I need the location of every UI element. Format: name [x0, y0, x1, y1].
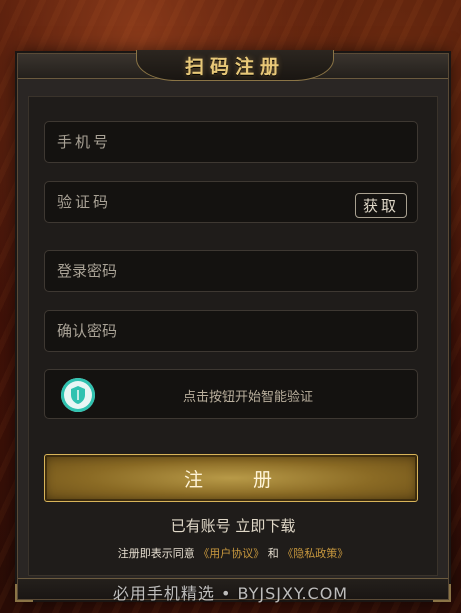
title-plate: 扫码注册: [136, 50, 334, 81]
password-field-box: [44, 250, 418, 292]
phone-input[interactable]: [45, 122, 417, 162]
login-download-link[interactable]: 已有账号 立即下载: [29, 515, 437, 536]
panel-header: 扫码注册: [18, 50, 448, 81]
watermark-text: 必用手机精选 • BYJSJXY.COM: [112, 584, 349, 603]
register-button[interactable]: 注 册: [44, 454, 418, 502]
get-code-button[interactable]: 获取: [355, 193, 407, 218]
terms-prefix: 注册即表示同意: [117, 547, 195, 560]
confirm-password-field-box: [44, 310, 418, 352]
user-agreement-link[interactable]: 《用户协议》: [198, 547, 264, 560]
shield-icon: [61, 378, 95, 412]
terms-text: 注册即表示同意 《用户协议》 和 《隐私政策》: [29, 545, 437, 561]
form-area: 获取 点击按钮开始智能验证 注 册 已有账号 立即下载 注册即表示同意 《用户协…: [28, 96, 438, 576]
password-input[interactable]: [45, 251, 417, 291]
register-panel: 扫码注册 获取 点击按钮开始智能验证 注 册 已有账号 立即: [15, 50, 451, 602]
terms-and: 和: [267, 547, 279, 560]
page-title: 扫码注册: [184, 55, 285, 78]
privacy-policy-link[interactable]: 《隐私政策》: [282, 547, 348, 560]
phone-field-box: [44, 121, 418, 163]
smart-captcha-button[interactable]: 点击按钮开始智能验证: [44, 369, 418, 419]
confirm-password-input[interactable]: [45, 311, 417, 351]
captcha-label: 点击按钮开始智能验证: [183, 390, 314, 405]
code-field-box: 获取: [44, 181, 418, 223]
